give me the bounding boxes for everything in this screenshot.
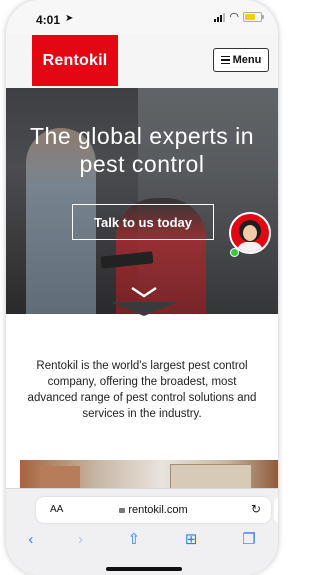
reload-icon[interactable]: ↻: [251, 502, 261, 516]
browser-toolbar: ‹ › ⇧ ⊞ ❐: [6, 529, 278, 551]
tabs-icon[interactable]: ❐: [242, 530, 255, 550]
bookmarks-icon[interactable]: ⊞: [185, 530, 198, 550]
forward-icon[interactable]: ›: [78, 530, 83, 550]
battery-icon: [243, 12, 264, 22]
hero-banner: The global experts in pest control Talk …: [6, 88, 278, 314]
lock-icon: [119, 508, 126, 513]
cellular-signal-icon: [214, 12, 226, 22]
online-status-icon: [230, 248, 239, 257]
safari-browser-bar: AA rentokil.com ↻ ‹ › ⇧ ⊞ ❐: [6, 488, 278, 575]
menu-button[interactable]: Menu: [213, 48, 269, 72]
home-indicator: [106, 567, 182, 571]
status-bar: 4:01 ➤ ◠: [6, 0, 278, 34]
status-icons: ◠: [214, 11, 264, 23]
address-bar[interactable]: AA rentokil.com ↻: [36, 497, 271, 523]
menu-label: Menu: [232, 54, 262, 66]
url-text: rentokil.com: [128, 504, 188, 516]
location-arrow-icon: ➤: [65, 13, 74, 24]
logo-text: Rentokil: [42, 51, 108, 69]
hero-title: The global experts in pest control: [29, 123, 254, 177]
url-display[interactable]: rentokil.com: [36, 504, 271, 516]
intro-paragraph: Rentokil is the world's largest pest con…: [27, 359, 257, 420]
chevron-down-icon[interactable]: [130, 286, 158, 298]
next-tab-peek: [274, 497, 278, 523]
share-icon[interactable]: ⇧: [128, 530, 141, 550]
wifi-icon: ◠: [229, 11, 239, 23]
hamburger-icon: [220, 55, 230, 65]
talk-to-us-button[interactable]: Talk to us today: [72, 204, 214, 240]
phone-screen: 4:01 ➤ ◠ Rentokil Menu The global expert…: [6, 0, 278, 575]
status-time: 4:01: [36, 13, 61, 27]
site-header: Rentokil Menu: [6, 34, 278, 88]
back-icon[interactable]: ‹: [28, 530, 33, 550]
hero-bottom-notch: [110, 302, 178, 316]
rentokil-logo[interactable]: Rentokil: [32, 35, 118, 86]
